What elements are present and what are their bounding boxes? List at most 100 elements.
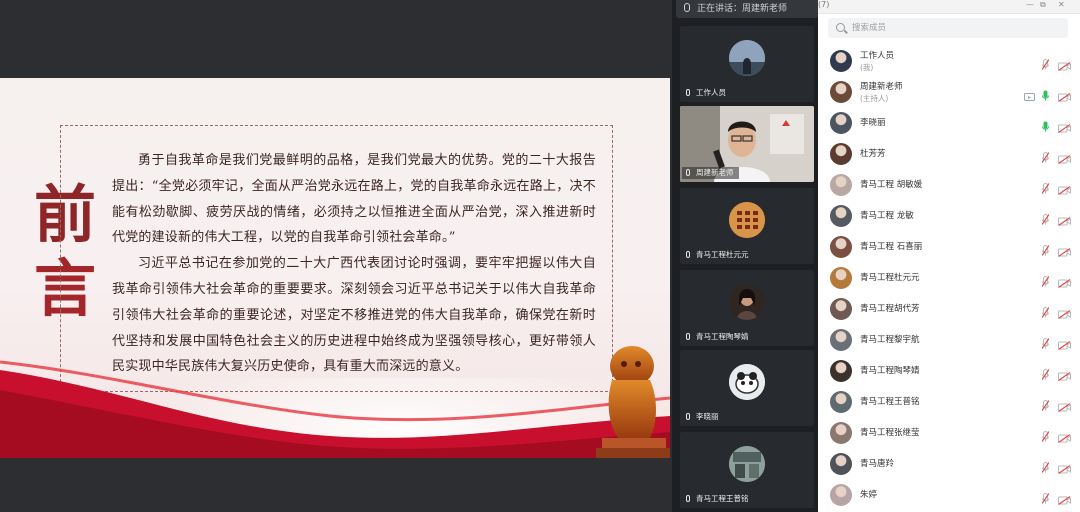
member-name-text: 青马工程张继莹 bbox=[860, 428, 920, 438]
member-name: 青马工程 石喜丽 bbox=[860, 232, 922, 262]
member-name-text: 青马工程陶琴婧 bbox=[860, 366, 920, 376]
member-name: 李晓丽 bbox=[860, 108, 886, 138]
microphone-on-icon[interactable] bbox=[1042, 117, 1049, 132]
slide-paragraph-1: 勇于自我革命是我们党最鲜明的品格，是我们党最大的优势。党的二十大报告提出：“全党… bbox=[112, 153, 596, 246]
member-name: 青马唐羚 bbox=[860, 449, 894, 479]
camera-off-icon[interactable] bbox=[1058, 428, 1071, 443]
camera-off-icon[interactable] bbox=[1058, 118, 1071, 133]
camera-off-icon[interactable] bbox=[1058, 211, 1071, 226]
member-name: 青马工程张继莹 bbox=[860, 418, 920, 448]
microphone-muted-icon[interactable] bbox=[1041, 241, 1050, 256]
popout-icon[interactable]: ⧉ bbox=[1040, 0, 1046, 10]
member-avatar bbox=[830, 329, 852, 351]
member-name: 杜芳芳 bbox=[860, 139, 886, 169]
close-icon[interactable]: ✕ bbox=[1058, 0, 1065, 10]
video-tile-name: 青马工程杜元元 bbox=[696, 250, 749, 259]
member-row[interactable]: 青马工程杜元元 bbox=[818, 263, 1080, 293]
member-search-input[interactable] bbox=[852, 21, 1062, 35]
microphone-muted-icon[interactable] bbox=[1041, 179, 1050, 194]
microphone-muted-icon[interactable] bbox=[1041, 458, 1050, 473]
microphone-muted-icon[interactable] bbox=[1041, 272, 1050, 287]
member-name: 周建新老师 (主持人) bbox=[860, 82, 903, 104]
video-tile[interactable]: 青马工程杜元元 bbox=[680, 188, 814, 264]
slide-body-text: 勇于自我革命是我们党最鲜明的品格，是我们党最大的优势。党的二十大报告提出：“全党… bbox=[112, 148, 596, 380]
minimize-icon[interactable]: — bbox=[1026, 0, 1034, 10]
camera-off-icon[interactable] bbox=[1058, 490, 1071, 505]
avatar bbox=[729, 39, 765, 76]
microphone-on-icon[interactable] bbox=[1042, 86, 1049, 101]
member-name-text: 工作人员 bbox=[860, 51, 895, 61]
member-name-text: 周建新老师 bbox=[860, 82, 903, 92]
member-row[interactable]: 周建新老师 (主持人) bbox=[818, 77, 1080, 107]
member-row[interactable]: 青马唐羚 bbox=[818, 449, 1080, 479]
camera-off-icon[interactable] bbox=[1058, 180, 1071, 195]
member-row[interactable]: 朱婷 bbox=[818, 480, 1080, 510]
member-avatar bbox=[830, 360, 852, 382]
avatar bbox=[729, 363, 765, 400]
camera-off-icon[interactable] bbox=[1058, 273, 1071, 288]
member-name-text: 青马工程黎宇航 bbox=[860, 335, 920, 345]
microphone-muted-icon[interactable] bbox=[1041, 303, 1050, 318]
member-row[interactable]: 青马工程黎宇航 bbox=[818, 325, 1080, 355]
avatar bbox=[729, 445, 765, 482]
camera-off-icon[interactable] bbox=[1058, 87, 1071, 102]
member-row[interactable]: 青马工程张继莹 bbox=[818, 418, 1080, 448]
member-name-text: 朱婷 bbox=[860, 490, 878, 500]
member-name: 青马工程 龙敏 bbox=[860, 201, 914, 231]
video-tile-name: 工作人员 bbox=[696, 88, 726, 97]
member-name-text: 青马工程 胡敏媛 bbox=[860, 180, 923, 190]
microphone-muted-icon[interactable] bbox=[1041, 334, 1050, 349]
member-name: 青马工程王普铭 bbox=[860, 387, 920, 417]
camera-off-icon[interactable] bbox=[1058, 149, 1071, 164]
microphone-muted-icon[interactable] bbox=[1041, 396, 1050, 411]
camera-off-icon[interactable] bbox=[1058, 56, 1071, 71]
video-tile-name: 周建新老师 bbox=[696, 168, 734, 177]
video-tile-name: 青马工程陶琴婧 bbox=[696, 332, 749, 341]
microphone-muted-icon[interactable] bbox=[1041, 489, 1050, 504]
video-tile[interactable]: 青马工程陶琴婧 bbox=[680, 270, 814, 346]
video-tile[interactable]: 青马工程王普铭 bbox=[680, 432, 814, 508]
member-row[interactable]: 青马工程 胡敏媛 bbox=[818, 170, 1080, 200]
video-tile[interactable]: 李晓丽 bbox=[680, 350, 814, 426]
member-row[interactable]: 青马工程 龙敏 bbox=[818, 201, 1080, 231]
member-avatar bbox=[830, 453, 852, 475]
member-row[interactable]: 杜芳芳 bbox=[818, 139, 1080, 169]
member-row[interactable]: 青马工程王普铭 bbox=[818, 387, 1080, 417]
camera-off-icon[interactable] bbox=[1058, 242, 1071, 257]
camera-off-icon[interactable] bbox=[1058, 335, 1071, 350]
camera-off-icon[interactable] bbox=[1058, 366, 1071, 381]
member-name-text: 青马唐羚 bbox=[860, 459, 895, 469]
search-icon bbox=[836, 23, 845, 32]
avatar bbox=[729, 201, 765, 238]
microphone-muted-icon[interactable] bbox=[1041, 148, 1050, 163]
member-name: 青马工程 胡敏媛 bbox=[860, 170, 922, 200]
camera-off-icon[interactable] bbox=[1058, 459, 1071, 474]
member-name-text: 杜芳芳 bbox=[860, 149, 886, 159]
member-row[interactable]: 李晓丽 bbox=[818, 108, 1080, 138]
video-tile[interactable]: 周建新老师 bbox=[680, 106, 814, 182]
video-tile[interactable]: 工作人员 bbox=[680, 26, 814, 102]
microphone-muted-icon[interactable] bbox=[1041, 55, 1050, 70]
member-avatar bbox=[830, 174, 852, 196]
member-avatar bbox=[830, 298, 852, 320]
member-search-box[interactable] bbox=[828, 18, 1068, 38]
presentation-slide: 前言 勇于自我革命是我们党最鲜明的品格，是我们党最大的优势。党的二十大报告提出：… bbox=[0, 78, 670, 458]
microphone-muted-icon[interactable] bbox=[1041, 210, 1050, 225]
member-list-panel: (7) — ⧉ ✕ 工作人员 (我) 周建新老师 (主持人) 李晓丽杜芳芳青马工程 胡敏… bbox=[818, 0, 1080, 512]
member-avatar bbox=[830, 112, 852, 134]
member-row[interactable]: 工作人员 (我) bbox=[818, 46, 1080, 76]
member-name-text: 青马工程 石喜丽 bbox=[860, 242, 923, 252]
member-row[interactable]: 青马工程 石喜丽 bbox=[818, 232, 1080, 262]
microphone-icon bbox=[686, 495, 690, 502]
microphone-icon bbox=[686, 169, 690, 176]
member-name-text: 青马工程 龙敏 bbox=[860, 211, 914, 221]
camera-off-icon[interactable] bbox=[1058, 304, 1071, 319]
microphone-muted-icon[interactable] bbox=[1041, 427, 1050, 442]
member-row[interactable]: 青马工程胡代芳 bbox=[818, 294, 1080, 324]
member-name-text: 青马工程杜元元 bbox=[860, 273, 920, 283]
camera-off-icon[interactable] bbox=[1058, 397, 1071, 412]
member-row[interactable]: 青马工程陶琴婧 bbox=[818, 356, 1080, 386]
member-avatar bbox=[830, 236, 852, 258]
member-name: 朱婷 bbox=[860, 480, 877, 510]
microphone-muted-icon[interactable] bbox=[1041, 365, 1050, 380]
